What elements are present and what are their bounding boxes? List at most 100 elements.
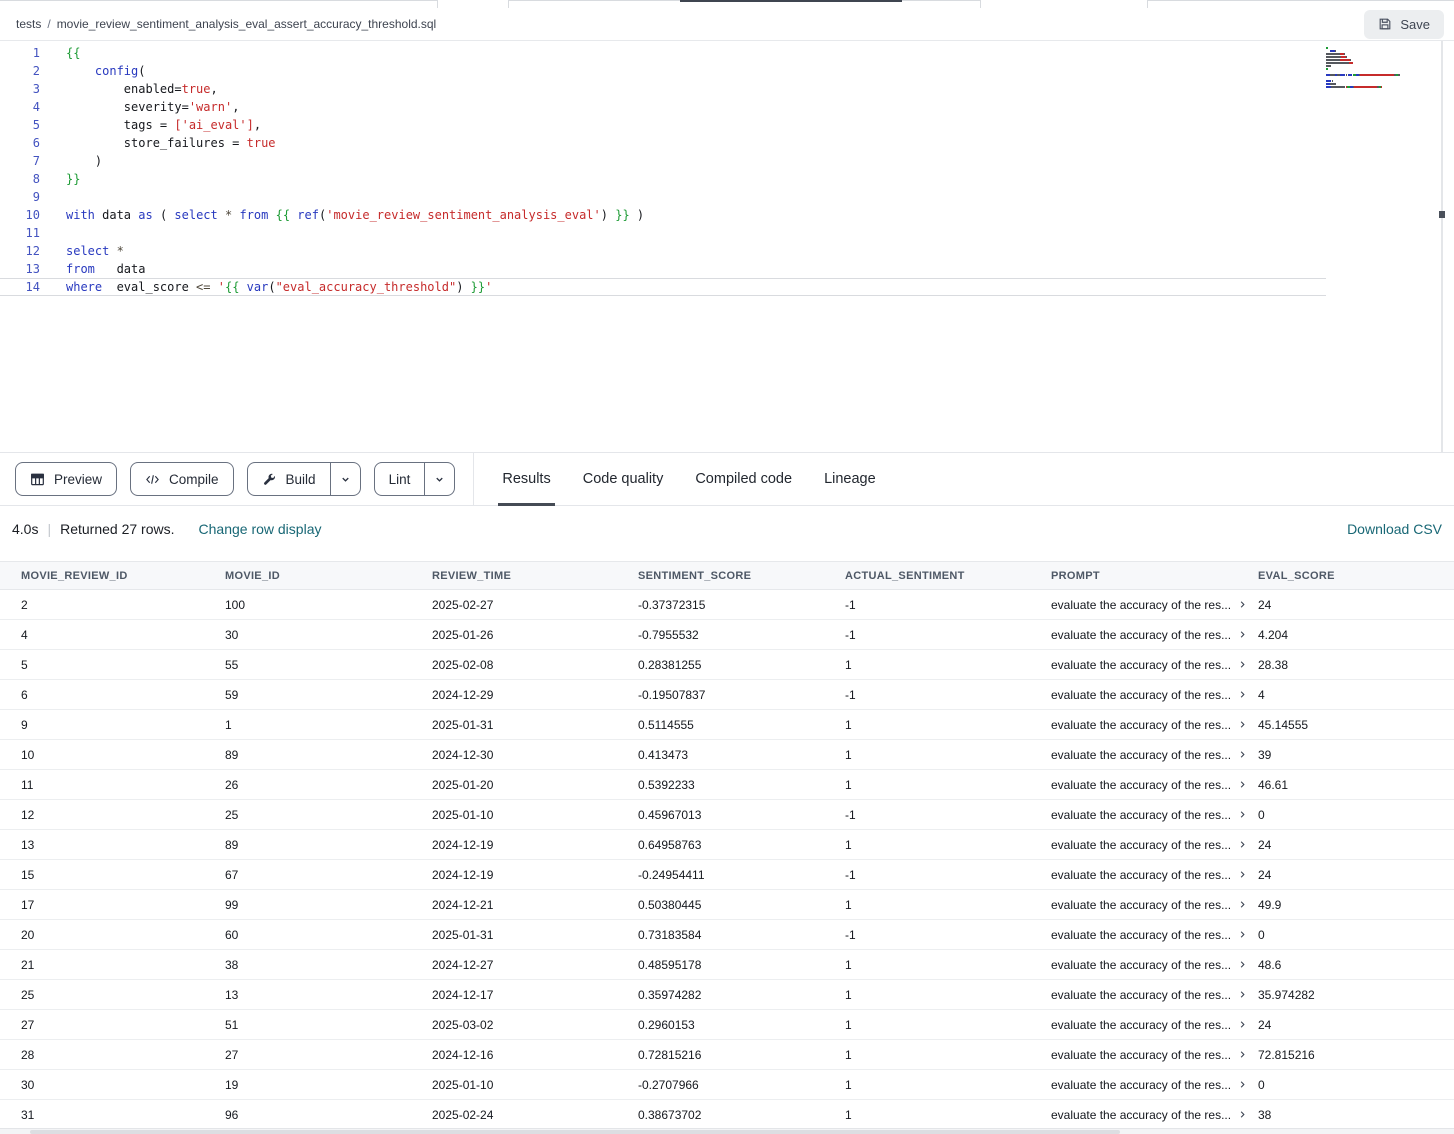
expand-prompt-icon[interactable] xyxy=(1238,780,1247,789)
expand-prompt-icon[interactable] xyxy=(1238,990,1247,999)
cell-prompt: evaluate the accuracy of the res... xyxy=(1051,688,1258,702)
expand-prompt-icon[interactable] xyxy=(1238,810,1247,819)
expand-prompt-icon[interactable] xyxy=(1238,720,1247,729)
cell-eval-score: 49.9 xyxy=(1258,898,1454,912)
prompt-text: evaluate the accuracy of the res... xyxy=(1051,928,1231,942)
cell-actual-sentiment: -1 xyxy=(845,868,1051,882)
code-line-12[interactable]: 12select * xyxy=(0,242,1326,260)
code-line-3[interactable]: 3 enabled=true, xyxy=(0,80,1326,98)
compile-button[interactable]: Compile xyxy=(130,462,234,496)
table-row: 4302025-01-26-0.7955532-1evaluate the ac… xyxy=(0,620,1454,650)
horizontal-scrollbar[interactable] xyxy=(0,1128,1454,1134)
line-content xyxy=(40,224,66,242)
code-line-2[interactable]: 2 config( xyxy=(0,62,1326,80)
column-header-sentiment-score[interactable]: SENTIMENT_SCORE xyxy=(638,570,845,582)
build-dropdown-toggle[interactable] xyxy=(330,463,360,495)
code-line-10[interactable]: 10with data as ( select * from {{ ref('m… xyxy=(0,206,1326,224)
column-header-prompt[interactable]: PROMPT xyxy=(1051,570,1258,582)
code-line-14[interactable]: 14where eval_score <= '{{ var("eval_accu… xyxy=(0,278,1326,296)
expand-prompt-icon[interactable] xyxy=(1238,600,1247,609)
code-line-8[interactable]: 8}} xyxy=(0,170,1326,188)
cell-review-time: 2024-12-29 xyxy=(432,688,638,702)
cell-review-time: 2024-12-17 xyxy=(432,988,638,1002)
preview-button[interactable]: Preview xyxy=(15,462,117,496)
expand-prompt-icon[interactable] xyxy=(1238,690,1247,699)
code-editor[interactable]: 1{{2 config(3 enabled=true,4 severity='w… xyxy=(0,41,1454,452)
build-button[interactable]: Build xyxy=(247,462,361,496)
line-number: 10 xyxy=(0,206,40,224)
cell-prompt: evaluate the accuracy of the res... xyxy=(1051,628,1258,642)
expand-prompt-icon[interactable] xyxy=(1238,1110,1247,1119)
expand-prompt-icon[interactable] xyxy=(1238,630,1247,639)
cell-movie-review-id: 20 xyxy=(21,928,225,942)
column-header-eval-score[interactable]: EVAL_SCORE xyxy=(1258,570,1454,582)
code-line-6[interactable]: 6 store_failures = true xyxy=(0,134,1326,152)
tab-compiled-code[interactable]: Compiled code xyxy=(679,453,808,505)
editor-scrollbar[interactable] xyxy=(1441,41,1443,452)
tab-lineage[interactable]: Lineage xyxy=(808,453,892,505)
preview-button-label: Preview xyxy=(54,472,102,487)
lint-dropdown-toggle[interactable] xyxy=(424,463,454,495)
expand-prompt-icon[interactable] xyxy=(1238,930,1247,939)
top-tab-strip xyxy=(0,0,1454,8)
column-header-review-time[interactable]: REVIEW_TIME xyxy=(432,570,638,582)
lint-button[interactable]: Lint xyxy=(374,462,456,496)
code-line-7[interactable]: 7 ) xyxy=(0,152,1326,170)
table-row: 15672024-12-19-0.24954411-1evaluate the … xyxy=(0,860,1454,890)
cell-actual-sentiment: 1 xyxy=(845,778,1051,792)
horizontal-scrollbar-thumb[interactable] xyxy=(30,1130,1120,1134)
cell-eval-score: 72.815216 xyxy=(1258,1048,1454,1062)
expand-prompt-icon[interactable] xyxy=(1238,900,1247,909)
code-line-5[interactable]: 5 tags = ['ai_eval'], xyxy=(0,116,1326,134)
code-line-4[interactable]: 4 severity='warn', xyxy=(0,98,1326,116)
expand-prompt-icon[interactable] xyxy=(1238,660,1247,669)
scrollbar-handle[interactable] xyxy=(1439,211,1445,218)
build-button-label: Build xyxy=(286,472,316,487)
line-content: where eval_score <= '{{ var("eval_accura… xyxy=(40,279,492,295)
cell-prompt: evaluate the accuracy of the res... xyxy=(1051,988,1258,1002)
line-number: 12 xyxy=(0,242,40,260)
cell-actual-sentiment: 1 xyxy=(845,988,1051,1002)
expand-prompt-icon[interactable] xyxy=(1238,870,1247,879)
line-number: 14 xyxy=(0,279,40,295)
line-number: 7 xyxy=(0,152,40,170)
cell-eval-score: 28.38 xyxy=(1258,658,1454,672)
cell-sentiment-score: 0.72815216 xyxy=(638,1048,845,1062)
tab-divider xyxy=(980,0,981,8)
cell-movie-id: 89 xyxy=(225,748,432,762)
expand-prompt-icon[interactable] xyxy=(1238,960,1247,969)
expand-prompt-icon[interactable] xyxy=(1238,840,1247,849)
line-number: 4 xyxy=(0,98,40,116)
cell-eval-score: 35.974282 xyxy=(1258,988,1454,1002)
cell-prompt: evaluate the accuracy of the res... xyxy=(1051,658,1258,672)
results-table: MOVIE_REVIEW_IDMOVIE_IDREVIEW_TIMESENTIM… xyxy=(0,561,1454,1130)
line-content: config( xyxy=(40,62,146,80)
code-line-13[interactable]: 13from data xyxy=(0,260,1326,278)
column-header-movie-review-id[interactable]: MOVIE_REVIEW_ID xyxy=(21,570,225,582)
prompt-text: evaluate the accuracy of the res... xyxy=(1051,628,1231,642)
expand-prompt-icon[interactable] xyxy=(1238,1050,1247,1059)
line-number: 6 xyxy=(0,134,40,152)
code-line-1[interactable]: 1{{ xyxy=(0,44,1326,62)
expand-prompt-icon[interactable] xyxy=(1238,1020,1247,1029)
code-line-11[interactable]: 11 xyxy=(0,224,1326,242)
breadcrumb-path[interactable]: tests xyxy=(16,17,41,31)
save-button[interactable]: Save xyxy=(1364,10,1444,39)
cell-movie-id: 96 xyxy=(225,1108,432,1122)
cell-review-time: 2024-12-21 xyxy=(432,898,638,912)
column-header-actual-sentiment[interactable]: ACTUAL_SENTIMENT xyxy=(845,570,1051,582)
cell-sentiment-score: 0.38673702 xyxy=(638,1108,845,1122)
prompt-text: evaluate the accuracy of the res... xyxy=(1051,1078,1231,1092)
change-row-display-link[interactable]: Change row display xyxy=(199,521,322,537)
tab-results[interactable]: Results xyxy=(486,453,566,505)
expand-prompt-icon[interactable] xyxy=(1238,750,1247,759)
code-line-9[interactable]: 9 xyxy=(0,188,1326,206)
query-duration: 4.0s xyxy=(12,521,38,537)
tab-divider xyxy=(508,0,509,8)
tab-code-quality[interactable]: Code quality xyxy=(567,453,680,505)
minimap[interactable] xyxy=(1326,47,1438,89)
cell-sentiment-score: 0.64958763 xyxy=(638,838,845,852)
column-header-movie-id[interactable]: MOVIE_ID xyxy=(225,570,432,582)
download-csv-link[interactable]: Download CSV xyxy=(1347,521,1442,537)
expand-prompt-icon[interactable] xyxy=(1238,1080,1247,1089)
